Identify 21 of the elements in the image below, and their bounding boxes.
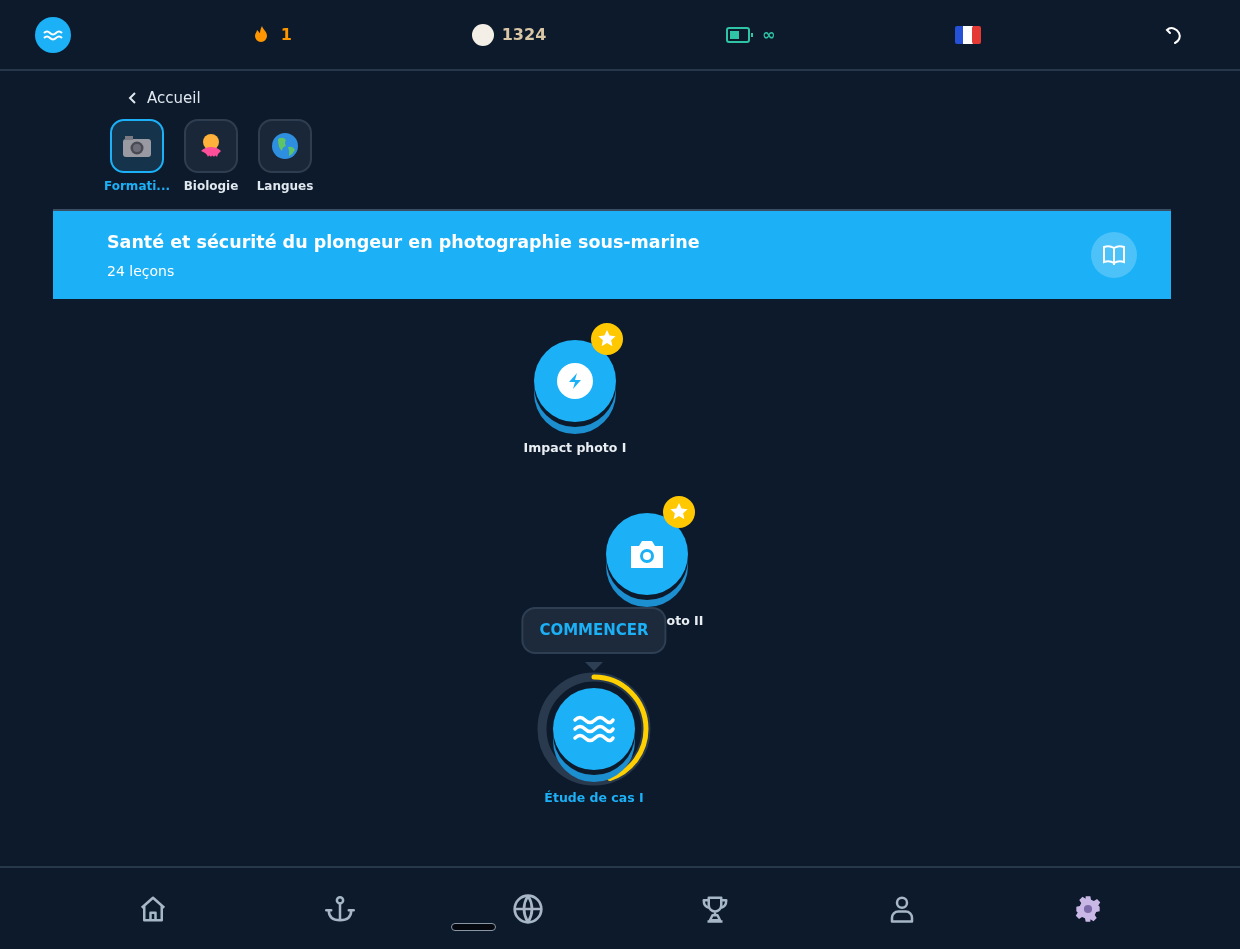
streak-count: 1 xyxy=(280,23,292,46)
book-icon xyxy=(1102,244,1126,267)
gem-count: 1324 xyxy=(501,23,547,46)
energy-count: ∞ xyxy=(762,23,776,46)
gesture-bar[interactable] xyxy=(451,923,496,931)
battery-icon xyxy=(726,26,755,43)
chevron-left-icon xyxy=(128,92,137,105)
camera-icon xyxy=(122,134,152,159)
course-title: Santé et sécurité du plongeur en photographie sous-marine xyxy=(107,230,700,254)
start-button[interactable]: COMMENCER xyxy=(521,607,667,654)
bolt-icon xyxy=(557,363,593,400)
lesson-title: Étude de cas I xyxy=(544,789,644,808)
lesson-title: Impact photo I xyxy=(523,439,627,458)
camera-icon xyxy=(628,538,666,571)
back-link[interactable]: Accueil xyxy=(128,87,201,110)
flag-icon[interactable] xyxy=(955,25,982,44)
logo-icon[interactable] xyxy=(35,16,71,53)
lesson-count: 24 leçons xyxy=(107,261,176,281)
gem-icon xyxy=(471,23,494,46)
globe-icon xyxy=(270,131,300,162)
lesson-title: oto II xyxy=(666,612,704,631)
